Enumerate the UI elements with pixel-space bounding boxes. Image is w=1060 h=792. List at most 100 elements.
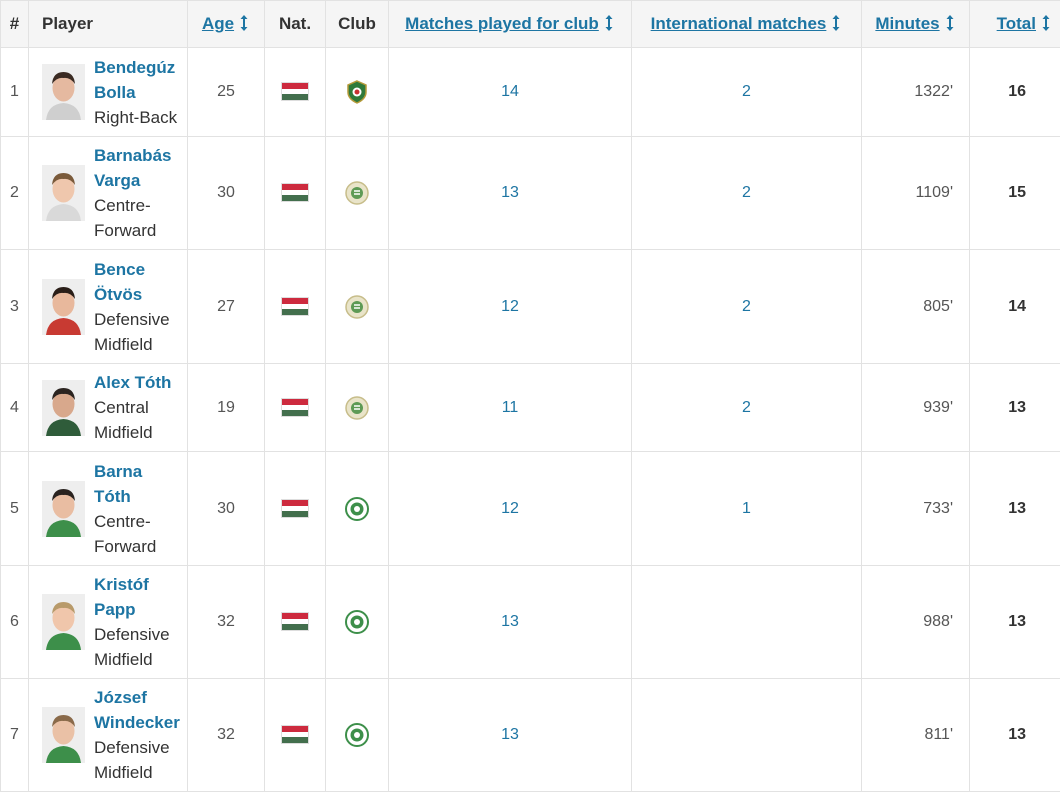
player-name-line[interactable]: Papp xyxy=(94,600,136,619)
age-cell: 30 xyxy=(188,137,265,250)
hungary-flag-icon xyxy=(282,726,308,743)
player-name-line[interactable]: Barnabás xyxy=(94,146,171,165)
sort-age-link[interactable]: Age xyxy=(202,14,234,33)
international-matches-cell[interactable]: 1 xyxy=(632,452,862,566)
player-name-line[interactable]: József xyxy=(94,688,147,707)
player-photo[interactable] xyxy=(42,279,85,335)
minutes-cell: 939' xyxy=(862,364,970,452)
player-position-line: Centre- xyxy=(94,509,156,534)
row-index: 5 xyxy=(1,452,29,566)
player-name-link[interactable]: József Windecker xyxy=(94,685,180,735)
minutes-cell: 988' xyxy=(862,566,970,679)
player-name-line[interactable]: Bence xyxy=(94,260,145,279)
player-name-line[interactable]: Bendegúz xyxy=(94,58,175,77)
sort-arrows-icon[interactable] xyxy=(1040,14,1052,32)
player-name-link[interactable]: Bendegúz Bolla xyxy=(94,55,177,105)
hungary-flag-icon xyxy=(282,184,308,201)
player-cell: BarnaTóthCentre-Forward xyxy=(29,452,188,566)
player-name-line[interactable]: Barna xyxy=(94,462,142,481)
age-cell: 30 xyxy=(188,452,265,566)
player-name-line[interactable]: Tóth xyxy=(94,487,131,506)
table-body: 1BendegúzBollaRight-Back251421322'162Bar… xyxy=(1,48,1060,792)
player-name-link[interactable]: Kristóf Papp xyxy=(94,572,170,622)
rapid-wien-crest-icon[interactable] xyxy=(346,80,368,104)
club-cell xyxy=(326,137,389,250)
international-matches-cell[interactable] xyxy=(632,679,862,792)
paks-crest-icon[interactable] xyxy=(345,497,369,521)
column-header-total[interactable]: Total xyxy=(970,1,1060,48)
sort-matches-club-link[interactable]: Matches played for club xyxy=(405,14,599,33)
sort-total-link[interactable]: Total xyxy=(997,14,1036,33)
matches-club-cell[interactable]: 12 xyxy=(389,452,632,566)
player-position-line: Central xyxy=(94,395,171,420)
player-name-link[interactable]: Barnabás Varga xyxy=(94,143,171,193)
player-name-link[interactable]: Barna Tóth xyxy=(94,459,156,509)
column-header-age[interactable]: Age xyxy=(188,1,265,48)
nationality-cell xyxy=(265,452,326,566)
matches-club-cell[interactable]: 11 xyxy=(389,364,632,452)
player-position-line: Defensive xyxy=(94,735,180,760)
nationality-cell xyxy=(265,137,326,250)
player-photo[interactable] xyxy=(42,707,85,763)
total-cell: 16 xyxy=(970,48,1060,137)
ferencvaros-crest-icon[interactable] xyxy=(345,295,369,319)
sort-arrows-icon[interactable] xyxy=(238,14,250,32)
table-row: 7JózsefWindeckerDefensiveMidfield3213811… xyxy=(1,679,1060,792)
international-matches-cell[interactable]: 2 xyxy=(632,48,862,137)
matches-club-cell[interactable]: 12 xyxy=(389,250,632,364)
table-row: 5BarnaTóthCentre-Forward30121733'13 xyxy=(1,452,1060,566)
age-cell: 32 xyxy=(188,566,265,679)
player-position-line: Defensive xyxy=(94,622,170,647)
player-photo[interactable] xyxy=(42,165,85,221)
ferencvaros-crest-icon[interactable] xyxy=(345,396,369,420)
column-header-matches-club[interactable]: Matches played for club xyxy=(389,1,632,48)
player-name-line[interactable]: Varga xyxy=(94,171,140,190)
player-name-line[interactable]: Ötvös xyxy=(94,285,142,304)
player-name-line[interactable]: Bolla xyxy=(94,83,136,102)
player-name-line[interactable]: Windecker xyxy=(94,713,180,732)
hungary-flag-icon xyxy=(282,399,308,416)
minutes-cell: 733' xyxy=(862,452,970,566)
player-photo[interactable] xyxy=(42,380,85,436)
international-matches-cell[interactable]: 2 xyxy=(632,250,862,364)
column-header-minutes[interactable]: Minutes xyxy=(862,1,970,48)
player-position-line: Forward xyxy=(94,218,171,243)
international-matches-cell[interactable]: 2 xyxy=(632,137,862,250)
ferencvaros-crest-icon[interactable] xyxy=(345,181,369,205)
matches-club-cell[interactable]: 14 xyxy=(389,48,632,137)
hungary-flag-icon xyxy=(282,83,308,100)
age-cell: 27 xyxy=(188,250,265,364)
player-stats-table: # Player Age Nat. Club Matches played fo… xyxy=(0,0,1060,792)
sort-minutes-link[interactable]: Minutes xyxy=(875,14,939,33)
matches-club-cell[interactable]: 13 xyxy=(389,137,632,250)
player-photo[interactable] xyxy=(42,481,85,537)
international-matches-cell[interactable] xyxy=(632,566,862,679)
player-name-line[interactable]: Kristóf xyxy=(94,575,149,594)
club-cell xyxy=(326,566,389,679)
sort-arrows-icon[interactable] xyxy=(830,14,842,32)
matches-club-cell[interactable]: 13 xyxy=(389,679,632,792)
player-name-link[interactable]: Alex Tóth xyxy=(94,370,171,395)
minutes-cell: 811' xyxy=(862,679,970,792)
total-cell: 15 xyxy=(970,137,1060,250)
player-cell: BarnabásVargaCentre-Forward xyxy=(29,137,188,250)
table-row: 1BendegúzBollaRight-Back251421322'16 xyxy=(1,48,1060,137)
minutes-cell: 1322' xyxy=(862,48,970,137)
sort-arrows-icon[interactable] xyxy=(944,14,956,32)
column-header-international[interactable]: International matches xyxy=(632,1,862,48)
player-cell: JózsefWindeckerDefensiveMidfield xyxy=(29,679,188,792)
paks-crest-icon[interactable] xyxy=(345,723,369,747)
paks-crest-icon[interactable] xyxy=(345,610,369,634)
club-cell xyxy=(326,364,389,452)
player-photo[interactable] xyxy=(42,64,85,120)
player-name-line[interactable]: Alex Tóth xyxy=(94,373,171,392)
row-index: 4 xyxy=(1,364,29,452)
nationality-cell xyxy=(265,250,326,364)
matches-club-cell[interactable]: 13 xyxy=(389,566,632,679)
hungary-flag-icon xyxy=(282,500,308,517)
player-name-link[interactable]: Bence Ötvös xyxy=(94,257,170,307)
sort-international-link[interactable]: International matches xyxy=(651,14,827,33)
international-matches-cell[interactable]: 2 xyxy=(632,364,862,452)
player-photo[interactable] xyxy=(42,594,85,650)
sort-arrows-icon[interactable] xyxy=(603,14,615,32)
